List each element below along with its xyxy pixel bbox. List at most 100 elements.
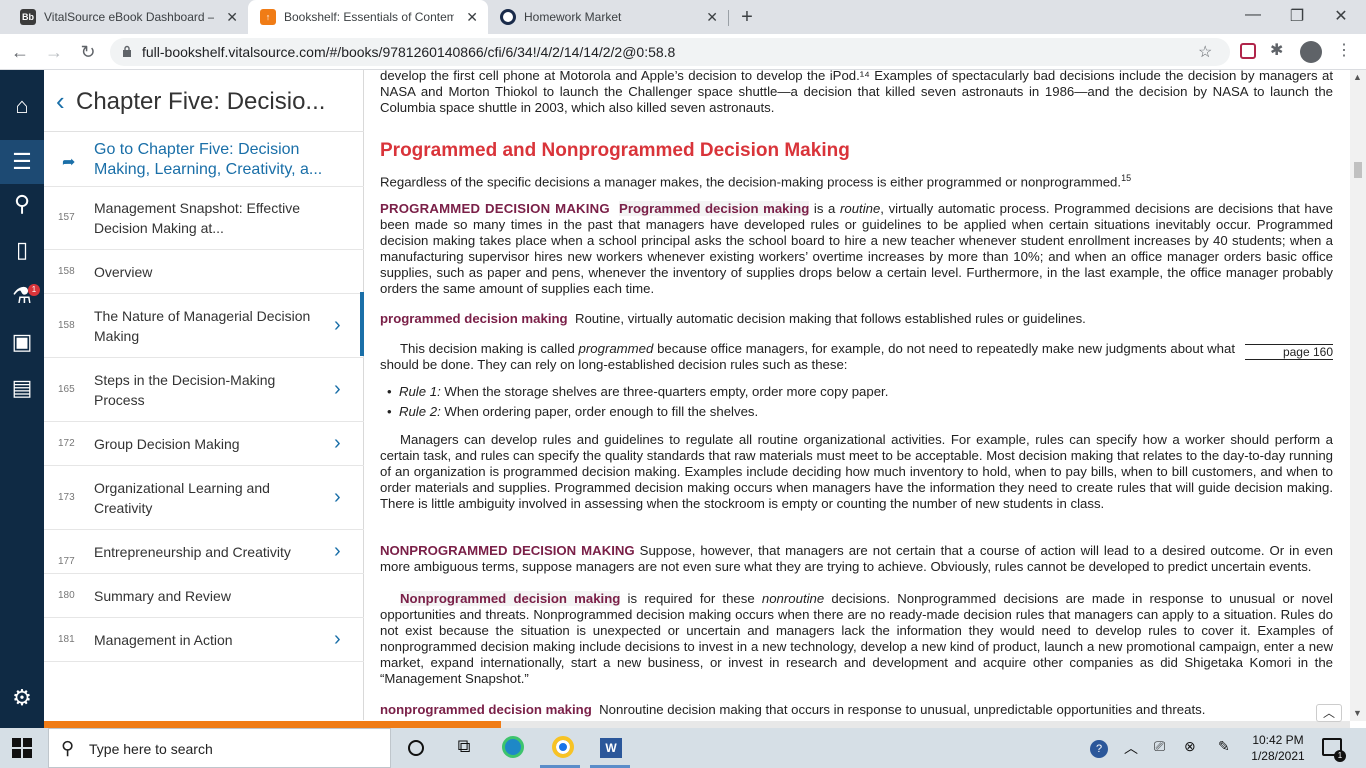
chrome-browser-icon[interactable] [552, 736, 576, 760]
windows-taskbar: ⚲ Type here to search ⧉ W ? ︿ ⎚ ⊗ ✎ 10:4… [0, 728, 1366, 768]
paragraph-nonprogrammed: NONPROGRAMMED DECISION MAKING Suppose, h… [380, 543, 1333, 575]
extensions-puzzle-icon[interactable]: ✱ [1270, 40, 1283, 60]
show-hidden-icons-icon[interactable]: ︿ [1124, 738, 1138, 758]
network-icon[interactable]: ⊗ [1184, 738, 1196, 755]
tab-separator [728, 10, 729, 26]
back-arrow-icon[interactable]: ← [8, 40, 32, 64]
toc-item[interactable]: 177 Entrepreneurship and Creativity › [44, 530, 364, 574]
table-of-contents-panel: ‹ Chapter Five: Decisio... ➦ Go to Chapt… [44, 70, 364, 720]
reload-icon[interactable]: ↻ [76, 40, 100, 64]
meet-now-icon[interactable]: ⎚ [1154, 738, 1165, 755]
chevron-right-icon[interactable]: › [334, 486, 341, 509]
new-tab-icon[interactable]: + [732, 6, 762, 29]
tab-label: VitalSource eBook Dashboard – E [44, 10, 214, 24]
restore-icon[interactable]: ❐ [1282, 6, 1312, 26]
toc-item[interactable]: 165 Steps in the Decision-Making Process… [44, 358, 364, 422]
profile-avatar-icon[interactable] [1300, 41, 1322, 63]
toc-item-label: Management Snapshot: Effective Decision … [94, 200, 300, 236]
scroll-up-arrow-icon[interactable]: ▲ [1353, 72, 1362, 82]
chevron-right-icon[interactable]: › [334, 432, 341, 455]
paragraph-text: is a [809, 201, 840, 216]
scroll-down-arrow-icon[interactable]: ▼ [1353, 708, 1362, 718]
chevron-left-icon[interactable]: ‹ [56, 86, 65, 117]
homework-market-icon [500, 9, 516, 25]
vertical-scrollbar[interactable]: ▲ ▼ [1350, 70, 1366, 721]
definition-text: Routine, virtually automatic decision ma… [574, 311, 1086, 326]
chevron-right-icon[interactable]: › [334, 540, 341, 563]
tab-bookshelf[interactable]: ↑ Bookshelf: Essentials of Contemp ✕ [248, 0, 488, 34]
system-clock[interactable]: 10:42 PM 1/28/2021 [1248, 732, 1308, 764]
chevron-right-icon[interactable]: › [334, 314, 341, 337]
window-close-icon[interactable]: ✕ [1326, 6, 1356, 26]
footnote-ref[interactable]: 15 [1121, 173, 1131, 183]
flashcards-icon[interactable]: ▤ [8, 374, 36, 402]
toc-item-page: 165 [58, 384, 75, 395]
paragraph-text: Regardless of the specific decisions a m… [380, 174, 1122, 190]
toc-item-page: 177 [58, 556, 75, 567]
definition-text: Nonroutine decision making that occurs i… [599, 702, 1206, 717]
emphasis-text: routine [839, 201, 881, 216]
toc-item[interactable]: 181 Management in Action › [44, 618, 364, 662]
settings-gear-icon[interactable]: ⚙ [8, 684, 36, 712]
windows-start-icon[interactable] [12, 738, 32, 758]
toc-item[interactable]: 158 Overview [44, 250, 364, 294]
toc-item-page: 158 [58, 320, 75, 331]
definition-programmed: programmed decision making Routine, virt… [380, 311, 1333, 327]
section-heading: Programmed and Nonprogrammed Decision Ma… [380, 140, 850, 161]
chevron-up-icon: ︿ [1322, 706, 1335, 720]
scrollbar-thumb[interactable] [1354, 162, 1362, 178]
taskbar-search-box[interactable]: ⚲ Type here to search [48, 728, 391, 768]
chevron-right-icon[interactable]: › [334, 628, 341, 651]
close-icon[interactable]: ✕ [226, 9, 238, 26]
chapter-title[interactable]: Chapter Five: Decisio... [76, 88, 325, 116]
rule-label: Rule 1: [398, 384, 441, 399]
go-to-chapter-link[interactable]: Go to Chapter Five: Decision Making, Lea… [94, 140, 334, 180]
search-icon: ⚲ [61, 738, 75, 758]
pen-workspace-icon[interactable]: ✎ [1218, 738, 1230, 755]
browser-toolbar: ← → ↻ full-bookshelf.vitalsource.com/#/b… [0, 34, 1366, 70]
home-icon[interactable]: ⌂ [8, 92, 36, 120]
back-to-top-button[interactable]: ︿ [1316, 704, 1342, 722]
task-view-icon[interactable]: ⧉ [452, 736, 476, 760]
extension-shield-icon[interactable] [1240, 43, 1256, 59]
word-app-icon[interactable]: W [600, 736, 624, 760]
toc-item-label: Overview [94, 264, 153, 280]
key-term-link[interactable]: Nonprogrammed decision making [400, 591, 621, 606]
emphasis-text: nonroutine [761, 591, 825, 606]
tab-vitalsource-dashboard[interactable]: Bb VitalSource eBook Dashboard – E ✕ [8, 0, 248, 34]
bookshelf-icon: ↑ [260, 9, 276, 25]
search-icon[interactable]: ⚲ [8, 190, 36, 218]
tab-homework-market[interactable]: Homework Market ✕ [488, 0, 728, 34]
paragraph-regardless: Regardless of the specific decisions a m… [380, 170, 1333, 190]
image-gallery-icon[interactable]: ▣ [8, 328, 36, 356]
table-of-contents-icon[interactable]: ☰ [0, 140, 44, 184]
close-icon[interactable]: ✕ [466, 9, 478, 26]
toc-item-label: Group Decision Making [94, 436, 240, 452]
toc-item-page: 180 [58, 590, 75, 601]
toc-item[interactable]: 180 Summary and Review [44, 574, 364, 618]
help-icon[interactable]: ? [1090, 740, 1108, 758]
bookmark-star-icon[interactable]: ☆ [1198, 42, 1212, 62]
toc-item-active[interactable]: 158 The Nature of Managerial Decision Ma… [44, 294, 364, 358]
edge-browser-icon[interactable] [502, 736, 526, 760]
minimize-icon[interactable]: — [1238, 6, 1268, 24]
toc-item[interactable]: 157 Management Snapshot: Effective Decis… [44, 186, 364, 250]
cortana-icon[interactable] [404, 736, 428, 760]
tab-label: Bookshelf: Essentials of Contemp [284, 10, 454, 24]
close-icon[interactable]: ✕ [706, 9, 718, 26]
chevron-right-icon[interactable]: › [334, 378, 341, 401]
notebook-icon[interactable]: ▯ [8, 236, 36, 264]
address-bar[interactable]: full-bookshelf.vitalsource.com/#/books/9… [110, 38, 1230, 66]
rule-label: Rule 2: [398, 404, 441, 419]
toc-item-page: 173 [58, 492, 75, 503]
toc-header: ‹ Chapter Five: Decisio... [44, 70, 364, 132]
toc-item-label: Entrepreneurship and Creativity [94, 544, 291, 560]
forward-arrow-icon[interactable]: → [42, 40, 66, 64]
emphasis-text: programmed [578, 341, 654, 356]
toc-item[interactable]: 173 Organizational Learning and Creativi… [44, 466, 364, 530]
browser-menu-icon[interactable]: ⋮ [1336, 40, 1352, 60]
list-item: • Rule 2: When ordering paper, order eno… [387, 404, 759, 419]
key-term-link[interactable]: Programmed decision making [619, 201, 810, 216]
toc-item-page: 158 [58, 266, 75, 277]
toc-item[interactable]: 172 Group Decision Making › [44, 422, 364, 466]
